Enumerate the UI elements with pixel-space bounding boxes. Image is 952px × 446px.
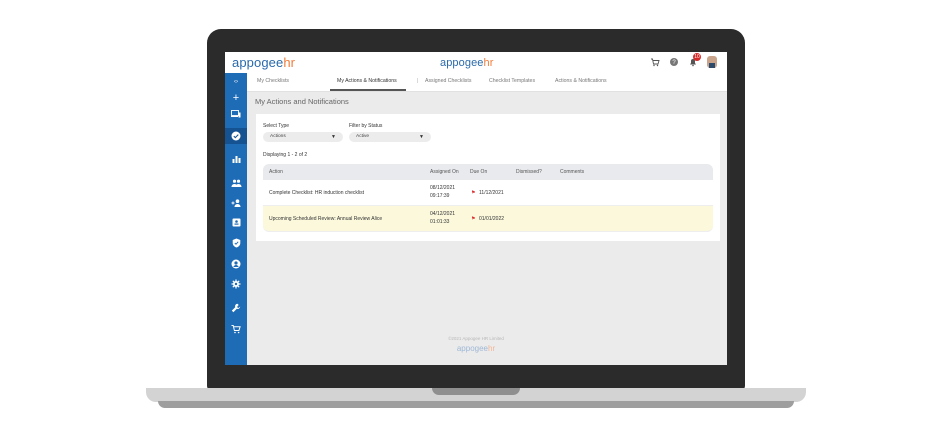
chevron-down-icon: ▼ xyxy=(331,134,336,140)
tab-bar: My Checklists My Actions & Notifications… xyxy=(247,73,727,92)
select-type-label: Select Type xyxy=(263,123,290,129)
badge-icon[interactable] xyxy=(225,217,247,231)
tab-my-actions[interactable]: My Actions & Notifications xyxy=(337,78,397,84)
flag-icon: ⚑ xyxy=(471,216,476,222)
tab-my-checklists[interactable]: My Checklists xyxy=(257,78,289,84)
action-cell[interactable]: Upcoming Scheduled Review: Annual Review… xyxy=(269,216,382,222)
sidebar: ‹› + xyxy=(225,73,247,365)
content-card: Select Type Actions ▼ Filter by Status A… xyxy=(256,114,720,241)
column-header: Action xyxy=(269,169,283,175)
tab-checklist-templates[interactable]: Checklist Templates xyxy=(489,78,535,84)
assigned-date: 08/12/2021 xyxy=(430,185,456,191)
shield-icon[interactable] xyxy=(225,238,247,252)
bell-icon[interactable]: 10 xyxy=(688,53,701,67)
devices-icon[interactable] xyxy=(225,108,247,122)
column-header: Dismissed? xyxy=(516,169,542,175)
due-date: 01/01/2022 xyxy=(479,216,505,222)
plus-icon[interactable]: + xyxy=(225,91,247,105)
cart-icon[interactable] xyxy=(650,57,660,67)
people-icon[interactable] xyxy=(225,177,247,191)
assigned-time: 01:01:33 xyxy=(430,219,450,225)
flag-icon: ⚑ xyxy=(471,190,476,196)
app-screen: appogeehr appogeehr ? 10 ‹› + My Checkli… xyxy=(225,52,727,365)
select-type-dropdown[interactable]: Actions ▼ xyxy=(263,132,343,142)
bar-chart-icon[interactable] xyxy=(225,153,247,167)
filter-status-label: Filter by Status xyxy=(349,123,383,129)
assigned-time: 09:17:39 xyxy=(430,193,450,199)
active-tab-indicator xyxy=(330,89,406,91)
column-header: Due On xyxy=(470,169,488,175)
check-circle-icon[interactable] xyxy=(225,128,247,144)
center-logo: appogeehr xyxy=(440,57,494,69)
top-bar: appogeehr appogeehr ? 10 xyxy=(225,52,727,74)
tab-separator: | xyxy=(417,78,419,84)
footer-copyright: ©2021 Appogee HR Limited xyxy=(448,336,504,341)
app-logo[interactable]: appogeehr xyxy=(232,55,295,70)
table-row[interactable]: Complete Checklist: HR induction checkli… xyxy=(263,180,713,206)
collapse-icon[interactable]: ‹› xyxy=(225,75,247,89)
add-person-icon[interactable] xyxy=(225,197,247,211)
avatar[interactable] xyxy=(707,56,717,68)
page-title: My Actions and Notifications xyxy=(255,97,349,106)
assigned-date: 04/12/2021 xyxy=(430,211,456,217)
gear-icon[interactable] xyxy=(225,279,247,293)
footer-logo: appogeehr xyxy=(456,344,496,353)
due-date: 11/12/2021 xyxy=(479,190,504,196)
filter-status-dropdown[interactable]: Active ▼ xyxy=(349,132,431,142)
column-header: Assigned On xyxy=(430,169,459,175)
table-row[interactable]: Upcoming Scheduled Review: Annual Review… xyxy=(263,206,713,232)
wrench-icon[interactable] xyxy=(225,303,247,317)
action-cell[interactable]: Complete Checklist: HR induction checkli… xyxy=(269,190,364,196)
tab-assigned-checklists[interactable]: Assigned Checklists xyxy=(425,78,471,84)
account-icon[interactable] xyxy=(225,259,247,273)
tab-actions-notifications[interactable]: Actions & Notifications xyxy=(555,78,607,84)
displaying-count: Displaying 1 - 2 of 2 xyxy=(263,152,308,158)
chevron-down-icon: ▼ xyxy=(419,134,424,140)
column-header: Comments xyxy=(560,169,585,175)
notification-badge: 10 xyxy=(693,53,701,61)
laptop-hinge xyxy=(432,388,520,395)
laptop-base-edge xyxy=(158,401,794,408)
help-icon[interactable]: ? xyxy=(669,57,679,67)
table-header: Action Assigned On Due On Dismissed? Com… xyxy=(263,164,713,180)
